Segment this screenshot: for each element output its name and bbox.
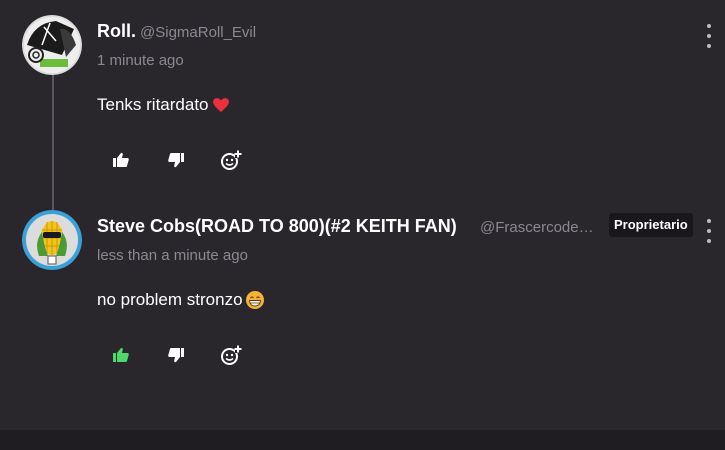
thumbs-down-icon[interactable] bbox=[165, 344, 187, 366]
more-options-icon[interactable] bbox=[703, 219, 715, 243]
red-heart-icon bbox=[211, 95, 231, 115]
comment-body: no problem stronzo bbox=[97, 290, 265, 310]
add-reaction-icon[interactable] bbox=[220, 344, 242, 366]
thumbs-up-icon[interactable] bbox=[110, 149, 132, 171]
grinning-face-icon bbox=[245, 290, 265, 310]
timestamp: 1 minute ago bbox=[97, 52, 184, 69]
user-handle[interactable]: @SigmaRoll_Evil bbox=[140, 24, 256, 41]
thumbs-up-icon[interactable] bbox=[110, 344, 132, 366]
thumbs-down-icon[interactable] bbox=[165, 149, 187, 171]
username[interactable]: Steve Cobs(ROAD TO 800)(#2 KEITH FAN) bbox=[97, 216, 457, 237]
more-options-icon[interactable] bbox=[703, 24, 715, 48]
bottom-bar bbox=[0, 430, 725, 450]
username[interactable]: Roll. bbox=[97, 21, 136, 42]
add-reaction-icon[interactable] bbox=[220, 149, 242, 171]
avatar[interactable] bbox=[22, 210, 82, 270]
avatar[interactable] bbox=[22, 15, 82, 75]
comment-body: Tenks ritardato bbox=[97, 95, 231, 115]
thread-connector bbox=[52, 74, 54, 210]
comment-text: no problem stronzo bbox=[97, 290, 243, 309]
user-handle[interactable]: @Frascercode… bbox=[480, 219, 594, 236]
owner-badge: Proprietario bbox=[609, 213, 693, 237]
comment-actions bbox=[110, 148, 275, 172]
timestamp: less than a minute ago bbox=[97, 247, 248, 264]
comment-text: Tenks ritardato bbox=[97, 95, 209, 114]
comment-actions bbox=[110, 343, 275, 367]
comment-thread: Roll. @SigmaRoll_Evil 1 minute ago Tenks… bbox=[0, 0, 725, 450]
